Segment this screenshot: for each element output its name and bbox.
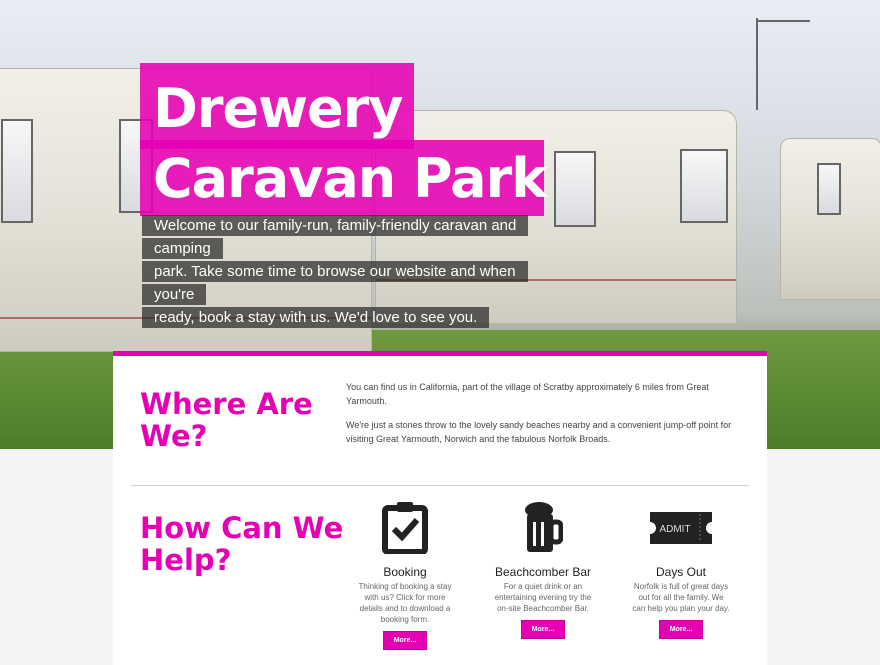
service-days-out: ADMIT Days Out Norfolk is full of great … bbox=[631, 502, 731, 639]
section-divider bbox=[131, 485, 749, 486]
booking-more-button[interactable]: More... bbox=[382, 631, 428, 650]
beer-mug-icon bbox=[525, 502, 564, 552]
content-panel: Where Are We? You can find us in Califor… bbox=[113, 351, 767, 665]
ticket-label: ADMIT bbox=[659, 524, 690, 535]
where-paragraph-1: You can find us in California, part of t… bbox=[346, 382, 709, 406]
service-booking: Booking Thinking of booking a stay with … bbox=[355, 502, 455, 650]
site-title-line1: Drewery bbox=[153, 77, 403, 140]
service-title: Booking bbox=[383, 565, 427, 579]
intro-text: Welcome to our family-run, family-friend… bbox=[142, 214, 552, 329]
service-text: For a quiet drink or an entertaining eve… bbox=[494, 582, 592, 613]
antenna bbox=[756, 18, 758, 110]
service-bar: Beachcomber Bar For a quiet drink or an … bbox=[493, 502, 593, 639]
service-text: Norfolk is full of great days out for al… bbox=[632, 582, 730, 613]
help-heading: How Can We Help? bbox=[140, 511, 344, 577]
site-title-line2: Caravan Park bbox=[153, 147, 547, 210]
service-title: Beachcomber Bar bbox=[494, 565, 592, 579]
admit-ticket-icon: ADMIT bbox=[650, 512, 712, 544]
service-title: Days Out bbox=[655, 565, 706, 579]
service-text: Thinking of booking a stay with us? Clic… bbox=[358, 582, 452, 624]
bar-more-button[interactable]: More... bbox=[520, 620, 566, 639]
days-out-more-button[interactable]: More... bbox=[658, 620, 704, 639]
clipboard-check-icon bbox=[382, 502, 428, 555]
where-heading: Where Are We? bbox=[140, 387, 313, 453]
where-paragraph-2: We're just a stones throw to the lovely … bbox=[346, 420, 732, 444]
intro-line2: park. Take some time to browse our websi… bbox=[142, 261, 528, 305]
intro-line3: ready, book a stay with us. We'd love to… bbox=[142, 307, 490, 328]
caravan-right bbox=[780, 138, 880, 300]
intro-line1: Welcome to our family-run, family-friend… bbox=[142, 215, 529, 259]
